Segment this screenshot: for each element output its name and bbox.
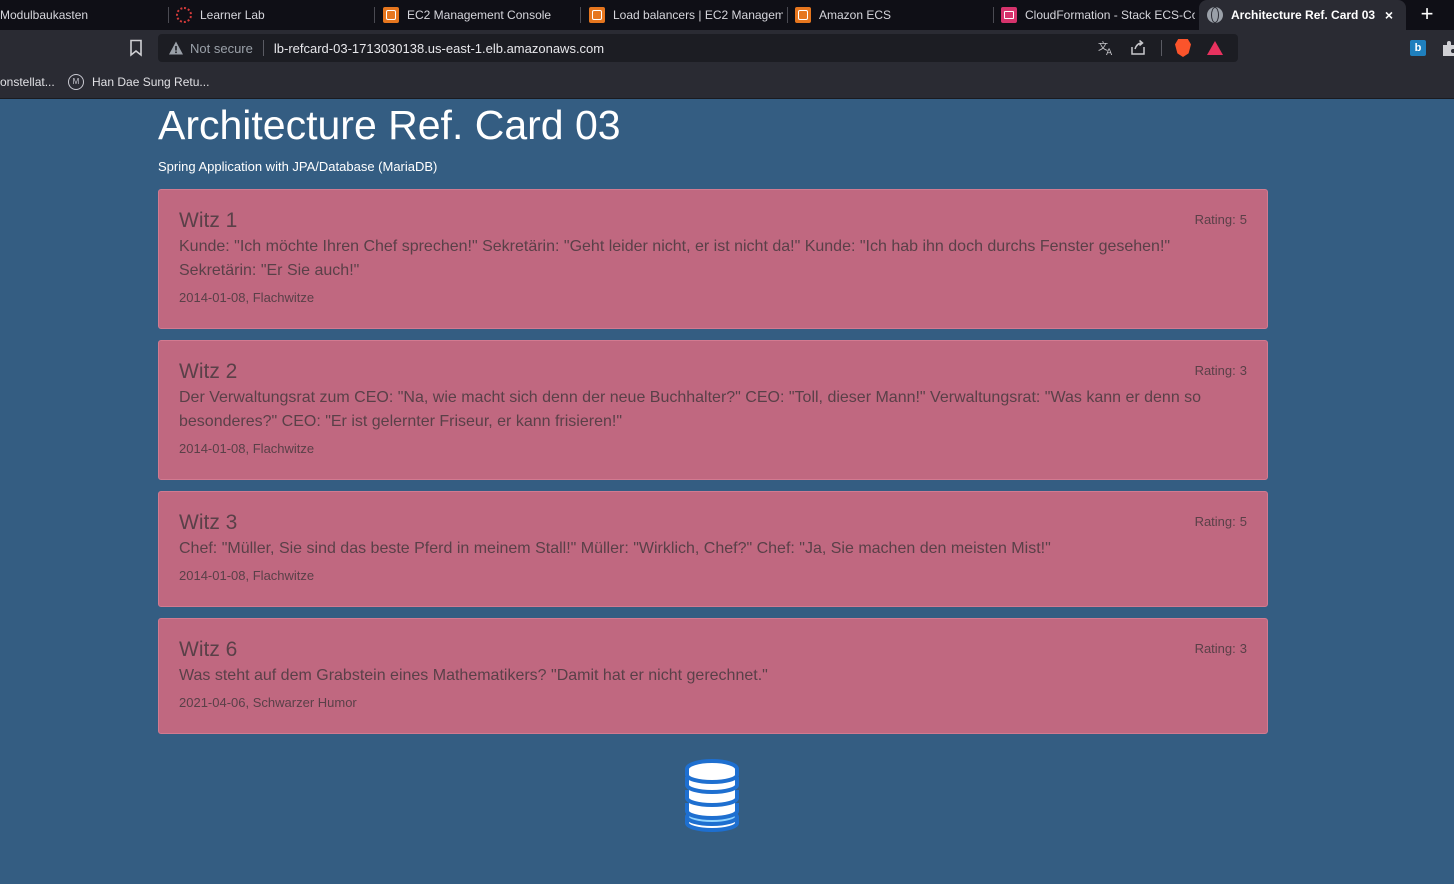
address-bar-actions: 文 A: [1097, 34, 1238, 62]
joke-rating: Rating: 5: [1195, 212, 1247, 227]
joke-meta: 2014-01-08, Flachwitze: [179, 290, 315, 305]
joke-rating: Rating: 5: [1195, 514, 1247, 529]
tab-label: Architecture Ref. Card 03: [1231, 8, 1376, 22]
bookmark-label: Han Dae Sung Retu...: [92, 75, 210, 89]
translate-icon[interactable]: 文 A: [1097, 39, 1115, 57]
tab-label: Learner Lab: [200, 8, 265, 22]
tab-load-balancers[interactable]: Load balancers | EC2 Manageme: [589, 0, 783, 30]
tab-cloudformation[interactable]: CloudFormation - Stack ECS-Co: [1001, 0, 1195, 30]
tab-ec2-console[interactable]: EC2 Management Console: [383, 0, 579, 30]
rating-label: Rating:: [1194, 514, 1236, 529]
joke-card: Witz 6 Rating: 3 Was steht auf dem Grabst…: [158, 618, 1268, 734]
bookmarks-bar: onstellat... M Han Dae Sung Retu...: [0, 66, 1454, 99]
svg-text:A: A: [1106, 48, 1113, 57]
joke-card: Witz 1 Rating: 5 Kunde: "Ich möchte Ihren…: [158, 189, 1268, 329]
address-divider: [262, 40, 264, 56]
page-content: Architecture Ref. Card 03 Spring Applica…: [0, 99, 1454, 884]
joke-rating: Rating: 3: [1195, 641, 1247, 656]
tab-architecture-ref-card[interactable]: Architecture Ref. Card 03 ×: [1199, 0, 1406, 30]
database-icon: [685, 759, 739, 832]
joke-category: Flachwitze: [252, 568, 315, 583]
tab-divider: [787, 7, 788, 23]
joke-text: Was steht auf dem Grabstein eines Mathem…: [179, 667, 768, 684]
tab-divider: [993, 7, 994, 23]
joke-meta: 2014-01-08, Flachwitze: [179, 441, 315, 456]
close-tab-button[interactable]: ×: [1380, 6, 1398, 24]
joke-category: Flachwitze: [252, 290, 315, 305]
security-status[interactable]: Not secure: [190, 41, 253, 56]
rating-label: Rating:: [1194, 363, 1236, 378]
joke-title: Witz 6: [179, 638, 238, 661]
globe-icon: [1207, 7, 1223, 23]
joke-title: Witz 3: [179, 511, 238, 534]
bookmark-han-dae-sung[interactable]: M Han Dae Sung Retu...: [68, 73, 209, 91]
aws-icon: [589, 7, 605, 23]
tab-label: Modulbaukasten: [0, 8, 89, 22]
joke-category: Schwarzer Humor: [252, 695, 357, 710]
tab-label: Amazon ECS: [819, 8, 892, 22]
tab-label: CloudFormation - Stack ECS-Co: [1025, 8, 1195, 22]
rating-label: Rating:: [1194, 641, 1236, 656]
rating-value: 3: [1239, 641, 1247, 656]
joke-meta: 2021-04-06, Schwarzer Humor: [179, 695, 357, 710]
tab-divider: [168, 7, 169, 23]
new-tab-button[interactable]: +: [1414, 3, 1440, 27]
tab-divider: [374, 7, 375, 23]
tab-modulbaukasten[interactable]: Modulbaukasten: [0, 0, 168, 30]
url-text[interactable]: lb-refcard-03-1713030138.us-east-1.elb.a…: [274, 41, 604, 56]
joke-date: 2021-04-06: [179, 695, 246, 710]
bookmark-site-icon: M: [68, 74, 84, 90]
joke-date: 2014-01-08: [179, 441, 246, 456]
joke-text: Der Verwaltungsrat zum CEO: "Na, wie mac…: [179, 389, 1202, 430]
extensions-puzzle-icon[interactable]: [1440, 39, 1454, 57]
joke-meta: 2014-01-08, Flachwitze: [179, 568, 315, 583]
bookmark-constellation[interactable]: onstellat...: [0, 73, 55, 91]
joke-text: Chef: "Müller, Sie sind das beste Pferd …: [179, 540, 1051, 557]
joke-text: Kunde: "Ich möchte Ihren Chef sprechen!"…: [179, 238, 1171, 279]
share-icon[interactable]: [1129, 39, 1147, 57]
joke-list: Witz 1 Rating: 5 Kunde: "Ich möchte Ihren…: [158, 189, 1268, 745]
browser-toolbar: Not secure lb-refcard-03-1713030138.us-e…: [0, 30, 1454, 66]
toolbar-divider: [1161, 40, 1162, 56]
learner-lab-icon: [176, 7, 192, 23]
rating-value: 5: [1239, 212, 1247, 227]
brave-shields-icon[interactable]: [1174, 39, 1192, 57]
joke-title: Witz 2: [179, 360, 238, 383]
tab-strip: Modulbaukasten Learner Lab EC2 Managemen…: [0, 0, 1454, 30]
joke-category: Flachwitze: [252, 441, 315, 456]
rating-label: Rating:: [1194, 212, 1236, 227]
brave-rewards-icon[interactable]: [1206, 39, 1224, 57]
cloudformation-icon: [1001, 7, 1017, 23]
rating-value: 5: [1239, 514, 1247, 529]
tab-amazon-ecs[interactable]: Amazon ECS: [795, 0, 991, 30]
address-bar[interactable]: Not secure lb-refcard-03-1713030138.us-e…: [158, 34, 1238, 62]
tab-label: EC2 Management Console: [407, 8, 552, 22]
aws-icon: [383, 7, 399, 23]
joke-date: 2014-01-08: [179, 568, 246, 583]
bookmark-page-icon[interactable]: [128, 39, 144, 57]
tab-learner-lab[interactable]: Learner Lab: [176, 0, 374, 30]
joke-title: Witz 1: [179, 209, 238, 232]
page-subtitle: Spring Application with JPA/Database (Ma…: [158, 159, 438, 174]
aws-icon: [795, 7, 811, 23]
warning-icon[interactable]: [168, 40, 184, 56]
tab-divider: [580, 7, 581, 23]
page-title: Architecture Ref. Card 03: [158, 102, 621, 148]
joke-card: Witz 2 Rating: 3 Der Verwaltungsrat zum C…: [158, 340, 1268, 480]
rating-value: 3: [1239, 363, 1247, 378]
joke-card: Witz 3 Rating: 5 Chef: "Müller, Sie sind …: [158, 491, 1268, 607]
joke-date: 2014-01-08: [179, 290, 246, 305]
tab-label: Load balancers | EC2 Manageme: [613, 8, 783, 22]
bookmark-label: onstellat...: [0, 75, 55, 89]
joke-rating: Rating: 3: [1195, 363, 1247, 378]
extension-icon[interactable]: b: [1410, 40, 1426, 56]
